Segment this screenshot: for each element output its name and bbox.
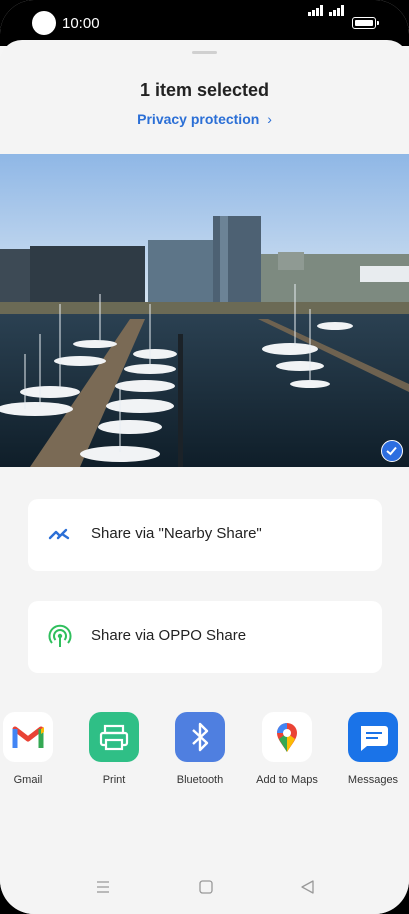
home-nav-icon[interactable] — [199, 880, 213, 894]
bluetooth-icon — [175, 712, 225, 762]
print-icon — [89, 712, 139, 762]
app-name: Gmail — [13, 774, 43, 786]
harbour-photo — [0, 154, 409, 467]
app-name: Messages — [347, 774, 399, 786]
status-time: 10:00 — [62, 15, 100, 32]
selected-photo[interactable] — [0, 154, 409, 467]
app-messages[interactable]: Messages — [333, 712, 409, 786]
drag-handle[interactable] — [192, 51, 217, 54]
app-name: Print — [102, 774, 126, 786]
app-add-to-maps[interactable]: Add to Maps — [247, 712, 327, 786]
app-gmail[interactable]: Gmail — [0, 712, 68, 786]
app-name: Bluetooth — [176, 774, 224, 786]
share-via-nearby-share[interactable]: Share via "Nearby Share" — [28, 499, 382, 571]
share-via-oppo-share[interactable]: Share via OPPO Share — [28, 601, 382, 673]
gmail-icon — [3, 712, 53, 762]
maps-icon — [262, 712, 312, 762]
front-camera — [32, 11, 56, 35]
share-option-label: Share via OPPO Share — [91, 627, 247, 644]
sheet-title: 1 item selected — [139, 80, 270, 100]
battery-icon — [352, 17, 379, 29]
menu-nav-icon[interactable] — [96, 880, 110, 894]
share-sheet-screen: 10:00 1 item selected Privacy protection… — [0, 0, 409, 914]
share-option-label: Share via "Nearby Share" — [91, 525, 262, 542]
back-nav-icon[interactable] — [300, 880, 315, 894]
nearby-share-icon — [48, 528, 70, 540]
chevron-right-icon: › — [267, 111, 272, 127]
app-name: Add to Maps — [256, 774, 318, 786]
app-print[interactable]: Print — [74, 712, 154, 786]
share-sheet: 1 item selected Privacy protection › Sha… — [0, 40, 409, 914]
privacy-link-label: Privacy protection — [137, 111, 260, 127]
oppo-share-icon — [48, 624, 72, 647]
messages-icon — [348, 712, 398, 762]
selected-checkmark-icon[interactable] — [381, 440, 403, 462]
app-bluetooth[interactable]: Bluetooth — [160, 712, 240, 786]
privacy-protection-link[interactable]: Privacy protection › — [0, 111, 409, 127]
